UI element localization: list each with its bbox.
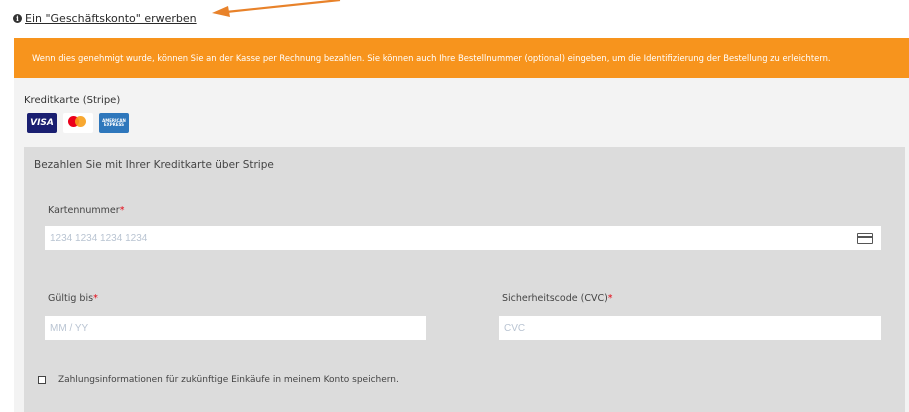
info-icon: i [13, 14, 22, 23]
stripe-card-form: Bezahlen Sie mit Ihrer Kreditkarte über … [24, 147, 905, 412]
credit-card-icon [857, 233, 873, 244]
expiry-input[interactable] [45, 316, 426, 340]
payment-method-section: Kreditkarte (Stripe) VISA AMERICAN EXPRE… [14, 78, 909, 412]
amex-icon: AMERICAN EXPRESS [99, 113, 129, 133]
payment-method-title[interactable]: Kreditkarte (Stripe) [24, 95, 120, 106]
card-logos: VISA AMERICAN EXPRESS [27, 113, 129, 133]
stripe-form-title: Bezahlen Sie mit Ihrer Kreditkarte über … [34, 159, 274, 171]
card-number-label-text: Kartennummer [48, 205, 120, 216]
save-payment-checkbox[interactable] [38, 376, 46, 384]
expiry-label: Gültig bis* [48, 293, 98, 304]
save-payment-row[interactable]: Zahlungsinformationen für zukünftige Ein… [38, 375, 399, 385]
mastercard-icon [63, 113, 93, 133]
card-number-label: Kartennummer* [48, 205, 124, 216]
business-account-link[interactable]: i Ein "Geschäftskonto" erwerben [13, 12, 197, 25]
required-marker: * [119, 205, 125, 216]
save-payment-label[interactable]: Zahlungsinformationen für zukünftige Ein… [58, 375, 399, 385]
required-marker: * [607, 293, 613, 304]
banner-text: Wenn dies genehmigt wurde, können Sie an… [32, 53, 831, 63]
visa-icon: VISA [27, 113, 57, 133]
card-number-field-wrap [45, 226, 881, 250]
card-number-input[interactable] [45, 226, 881, 250]
required-marker: * [93, 293, 98, 304]
invoice-info-banner: Wenn dies genehmigt wurde, können Sie an… [14, 38, 909, 78]
cvc-input[interactable] [499, 316, 881, 340]
business-account-link-label[interactable]: Ein "Geschäftskonto" erwerben [25, 12, 197, 25]
cvc-label-text: Sicherheitscode (CVC) [502, 293, 608, 304]
cvc-label: Sicherheitscode (CVC)* [502, 293, 613, 304]
arrow-annotation [212, 0, 341, 17]
expiry-label-text: Gültig bis [48, 293, 94, 304]
